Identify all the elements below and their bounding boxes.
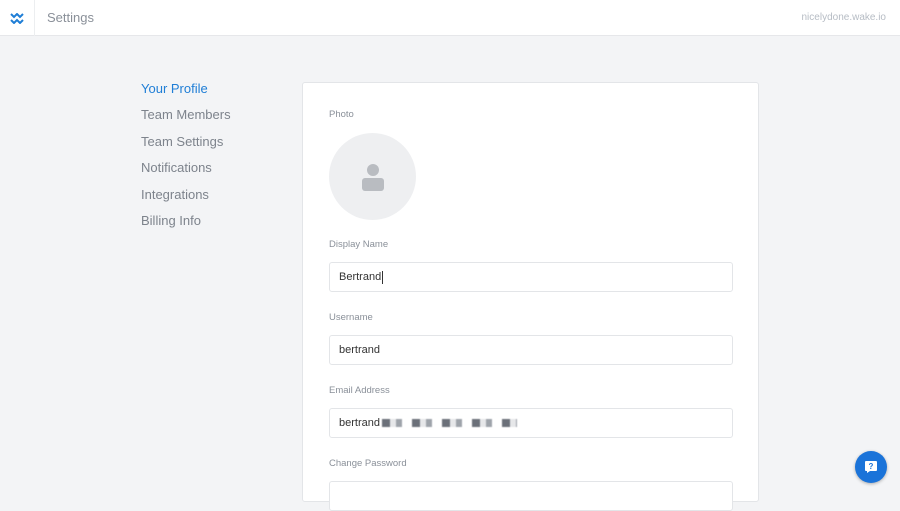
username-value: bertrand — [339, 344, 380, 356]
nav-team-settings[interactable]: Team Settings — [141, 134, 231, 160]
nav-notifications[interactable]: Notifications — [141, 160, 231, 186]
settings-nav: Your Profile Team Members Team Settings … — [141, 81, 231, 239]
username-input[interactable]: bertrand — [329, 335, 733, 365]
wake-logo-icon[interactable] — [0, 0, 35, 36]
display-name-label: Display Name — [329, 239, 389, 250]
display-name-input[interactable]: Bertrand — [329, 262, 733, 292]
change-password-label: Change Password — [329, 458, 407, 469]
nav-integrations[interactable]: Integrations — [141, 187, 231, 213]
nav-billing-info[interactable]: Billing Info — [141, 213, 231, 239]
user-icon — [361, 163, 384, 191]
workspace-host[interactable]: nicelydone.wake.io — [802, 12, 887, 23]
nav-team-members[interactable]: Team Members — [141, 107, 231, 133]
svg-text:?: ? — [869, 462, 874, 471]
password-input[interactable] — [329, 481, 733, 511]
help-button[interactable]: ? — [855, 451, 887, 483]
profile-card: Photo Display Name Bertrand Username ber… — [302, 82, 759, 511]
email-label: Email Address — [329, 385, 390, 396]
nav-your-profile[interactable]: Your Profile — [141, 81, 231, 107]
page-title: Settings — [47, 10, 94, 25]
email-redacted — [381, 419, 517, 427]
username-label: Username — [329, 312, 373, 323]
photo-label: Photo — [329, 109, 354, 120]
avatar-upload[interactable] — [329, 133, 416, 220]
help-chat-icon: ? — [865, 461, 877, 473]
top-bar: Settings nicelydone.wake.io — [0, 0, 900, 36]
display-name-value: Bertrand — [339, 271, 382, 283]
email-value: bertrand — [339, 417, 380, 429]
email-input[interactable]: bertrand — [329, 408, 733, 438]
